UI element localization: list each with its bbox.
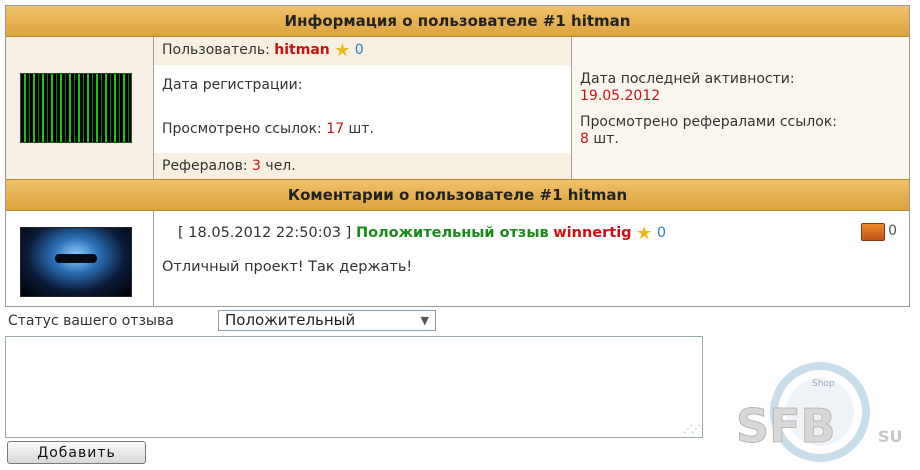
star-icon: ★ xyxy=(636,223,653,244)
referrals-count: 3 xyxy=(252,158,261,174)
watermark-top-text: Shop xyxy=(812,379,835,389)
viewed-links-count: 17 xyxy=(326,121,345,137)
review-textarea[interactable]: ⋰⋰ xyxy=(5,336,703,438)
comment-type: Положительный отзыв xyxy=(355,225,549,241)
username-row: Пользователь: hitman ★ 0 xyxy=(154,37,571,65)
star-icon: ★ xyxy=(334,40,351,61)
ref-views-count: 8 xyxy=(580,131,589,147)
add-button[interactable]: Добавить xyxy=(7,441,146,464)
comment-timestamp: 18.05.2012 22:50:03 xyxy=(188,225,342,241)
comments-header: Коментарии о пользователе #1 hitman xyxy=(6,179,909,211)
watermark-brand: SFB xyxy=(736,399,836,453)
watermark-suffix: SU xyxy=(878,427,903,446)
comment-avatar-cell xyxy=(6,211,154,306)
comment-item: [ 18.05.2012 22:50:03 ] Положительный от… xyxy=(154,211,909,306)
comment-author-link[interactable]: winnertig xyxy=(553,225,631,241)
referrals-row: Рефералов: 3 чел. xyxy=(154,153,571,179)
user-info-details: Пользователь: hitman ★ 0 Дата регистраци… xyxy=(154,37,572,179)
last-activity-row: Дата последней активности: 19.05.2012 xyxy=(572,71,909,105)
sfb-watermark-logo: Shop SFB SU xyxy=(736,362,903,462)
last-activity-date: 19.05.2012 xyxy=(580,88,661,104)
user-avatar-cell xyxy=(6,37,154,179)
treasure-chest-icon[interactable] xyxy=(861,223,885,241)
status-select[interactable]: Положительный ▼ xyxy=(218,310,436,331)
user-rating: 0 xyxy=(354,42,364,58)
status-label: Статус вашего отзыва xyxy=(8,313,174,329)
reg-date-row: Дата регистрации: xyxy=(162,77,303,93)
user-avatar xyxy=(20,73,132,143)
comment-meta: [ 18.05.2012 22:50:03 ] Положительный от… xyxy=(178,223,667,244)
user-info-header: Информация о пользователе #1 hitman xyxy=(6,6,909,37)
username-link[interactable]: hitman xyxy=(274,42,329,58)
ref-views-row: Просмотрено рефералами ссылок: 8 шт. xyxy=(580,114,837,147)
user-activity-details: Дата последней активности: 19.05.2012 Пр… xyxy=(572,37,909,179)
resize-grip-icon[interactable]: ⋰⋰ xyxy=(683,424,701,435)
author-rating: 0 xyxy=(656,225,667,241)
chest-count: 0 xyxy=(888,223,897,239)
commenter-avatar xyxy=(20,227,132,297)
chevron-down-icon: ▼ xyxy=(420,314,429,327)
viewed-links-row: Просмотрено ссылок: 17 шт. xyxy=(162,121,374,137)
user-profile-panel: Информация о пользователе #1 hitman Поль… xyxy=(5,5,910,307)
comment-text: Отличный проект! Так держать! xyxy=(162,259,413,275)
